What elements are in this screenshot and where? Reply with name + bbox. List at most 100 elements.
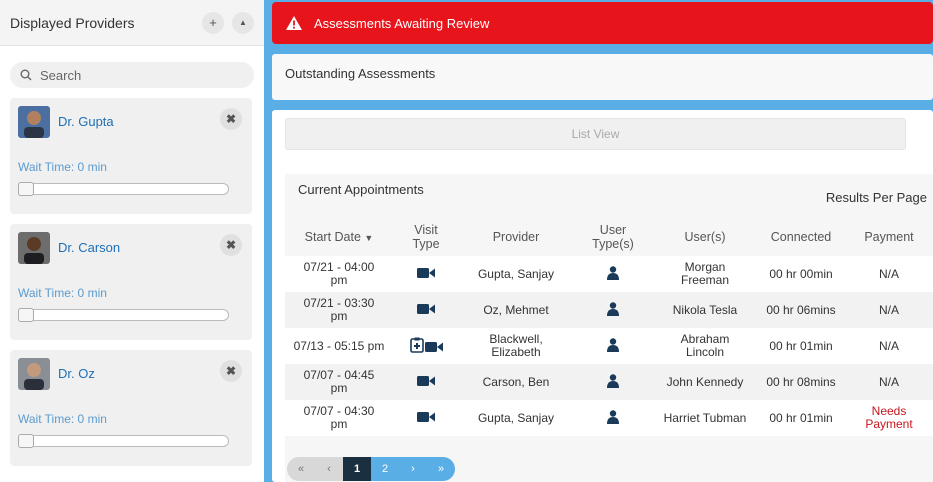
outstanding-assessments-panel[interactable]: Outstanding Assessments xyxy=(272,54,933,100)
add-provider-button[interactable]: + xyxy=(202,11,224,34)
collapse-sidebar-button[interactable]: ▲ xyxy=(232,11,254,34)
user-name: Nikola Tesla xyxy=(653,292,757,328)
provider: Gupta, Sanjay xyxy=(459,400,573,436)
table-row[interactable]: 07/21 - 03:30 pm Oz, Mehmet Nikola Tesla… xyxy=(285,292,933,328)
visit-type xyxy=(393,256,459,292)
payment-status: N/A xyxy=(845,292,933,328)
outstanding-title: Outstanding Assessments xyxy=(285,66,436,81)
user-name: John Kennedy xyxy=(653,364,757,400)
column-header-payment: Payment xyxy=(864,230,914,244)
table-row[interactable]: 07/21 - 04:00 pm Gupta, Sanjay Morgan Fr… xyxy=(285,256,933,292)
remove-provider-button[interactable]: ✖ xyxy=(220,360,242,382)
table-row[interactable]: 07/07 - 04:45 pm Carson, Ben John Kenned… xyxy=(285,364,933,400)
provider-name[interactable]: Dr. Gupta xyxy=(58,114,114,129)
provider-name[interactable]: Dr. Carson xyxy=(58,240,120,255)
provider: Blackwell, Elizabeth xyxy=(459,328,573,364)
visit-type xyxy=(393,328,459,364)
provider-name[interactable]: Dr. Oz xyxy=(58,366,95,381)
payment-status: N/A xyxy=(845,328,933,364)
close-icon: ✖ xyxy=(225,238,237,252)
plus-icon: + xyxy=(209,15,217,30)
provider: Oz, Mehmet xyxy=(459,292,573,328)
caret-down-icon: ▼ xyxy=(364,232,374,243)
wait-time-slider[interactable] xyxy=(18,308,229,322)
user-name: Morgan Freeman xyxy=(653,256,757,292)
first-page-button[interactable]: « xyxy=(287,457,315,481)
avatar xyxy=(18,232,50,264)
page-1-button[interactable]: 1 xyxy=(343,457,371,481)
clinic-icon xyxy=(409,337,424,353)
current-appointments-section: Current Appointments Results Per Page St… xyxy=(285,174,933,482)
table-row[interactable]: 07/13 - 05:15 pm Blackwell, Elizabeth Ab… xyxy=(285,328,933,364)
video-camera-icon xyxy=(417,375,435,386)
chevron-up-icon: ▲ xyxy=(239,18,247,27)
column-header-user-types: User Type(s) xyxy=(592,223,634,251)
provider-card-gupta[interactable]: Dr. Gupta ✖ Wait Time: 0 min xyxy=(10,98,252,214)
column-header-users: User(s) xyxy=(684,230,726,244)
user-name: Abraham Lincoln xyxy=(653,328,757,364)
video-camera-icon xyxy=(417,267,435,278)
connected-time: 00 hr 01min xyxy=(757,328,845,364)
sidebar-header: Displayed Providers + ▲ xyxy=(0,0,264,46)
table-row[interactable]: 07/07 - 04:30 pm Gupta, Sanjay Harriet T… xyxy=(285,400,933,436)
list-view-label: List View xyxy=(571,127,620,141)
section-title: Current Appointments xyxy=(298,182,424,197)
close-icon: ✖ xyxy=(225,112,237,126)
provider: Carson, Ben xyxy=(459,364,573,400)
search-input[interactable]: Search xyxy=(10,62,254,88)
avatar xyxy=(18,358,50,390)
next-page-button[interactable]: › xyxy=(399,457,427,481)
close-icon: ✖ xyxy=(225,364,237,378)
provider-card-oz[interactable]: Dr. Oz ✖ Wait Time: 0 min xyxy=(10,350,252,466)
assessments-alert-banner[interactable]: Assessments Awaiting Review xyxy=(272,2,933,44)
wait-time-label: Wait Time: 0 min xyxy=(18,286,107,300)
visit-type xyxy=(393,364,459,400)
start-date: 07/21 - 04:00 pm xyxy=(285,256,393,292)
results-per-page-label[interactable]: Results Per Page xyxy=(826,190,927,205)
connected-time: 00 hr 00min xyxy=(757,256,845,292)
video-camera-icon xyxy=(417,303,435,314)
user-type xyxy=(573,364,653,400)
user-type xyxy=(573,292,653,328)
user-icon xyxy=(607,409,619,424)
wait-time-slider[interactable] xyxy=(18,434,229,448)
search-placeholder: Search xyxy=(40,67,82,83)
page-2-button[interactable]: 2 xyxy=(371,457,399,481)
payment-status: N/A xyxy=(845,364,933,400)
list-view-button[interactable]: List View xyxy=(285,118,906,150)
warning-icon xyxy=(286,16,302,30)
remove-provider-button[interactable]: ✖ xyxy=(220,108,242,130)
start-date: 07/13 - 05:15 pm xyxy=(285,328,393,364)
column-header-connected: Connected xyxy=(770,230,832,244)
wait-time-label: Wait Time: 0 min xyxy=(18,160,107,174)
payment-status[interactable]: Needs Payment xyxy=(845,400,933,436)
column-header-start-date[interactable]: Start Date ▼ xyxy=(285,218,393,256)
connected-time: 00 hr 06mins xyxy=(757,292,845,328)
column-header-provider: Provider xyxy=(492,230,540,244)
connected-time: 00 hr 01min xyxy=(757,400,845,436)
avatar xyxy=(18,106,50,138)
alert-text: Assessments Awaiting Review xyxy=(314,15,490,31)
user-type xyxy=(573,256,653,292)
user-icon xyxy=(607,265,619,280)
user-icon xyxy=(607,301,619,316)
connected-time: 00 hr 08mins xyxy=(757,364,845,400)
column-header-visit-type: Visit Type xyxy=(412,223,440,251)
provider-card-carson[interactable]: Dr. Carson ✖ Wait Time: 0 min xyxy=(10,224,252,340)
slider-handle[interactable] xyxy=(18,182,34,196)
wait-time-slider[interactable] xyxy=(18,182,229,196)
appointments-panel: List View Current Appointments Results P… xyxy=(272,110,933,482)
start-date: 07/07 - 04:45 pm xyxy=(285,364,393,400)
slider-handle[interactable] xyxy=(18,308,34,322)
last-page-button[interactable]: » xyxy=(427,457,455,481)
start-date: 07/21 - 03:30 pm xyxy=(285,292,393,328)
user-icon xyxy=(607,373,619,388)
previous-page-button[interactable]: ‹ xyxy=(315,457,343,481)
remove-provider-button[interactable]: ✖ xyxy=(220,234,242,256)
user-icon xyxy=(607,337,619,352)
slider-handle[interactable] xyxy=(18,434,34,448)
sidebar-title: Displayed Providers xyxy=(10,14,135,31)
visit-type xyxy=(393,292,459,328)
search-icon xyxy=(20,69,32,81)
pagination: « ‹ 1 2 › » xyxy=(287,457,455,481)
